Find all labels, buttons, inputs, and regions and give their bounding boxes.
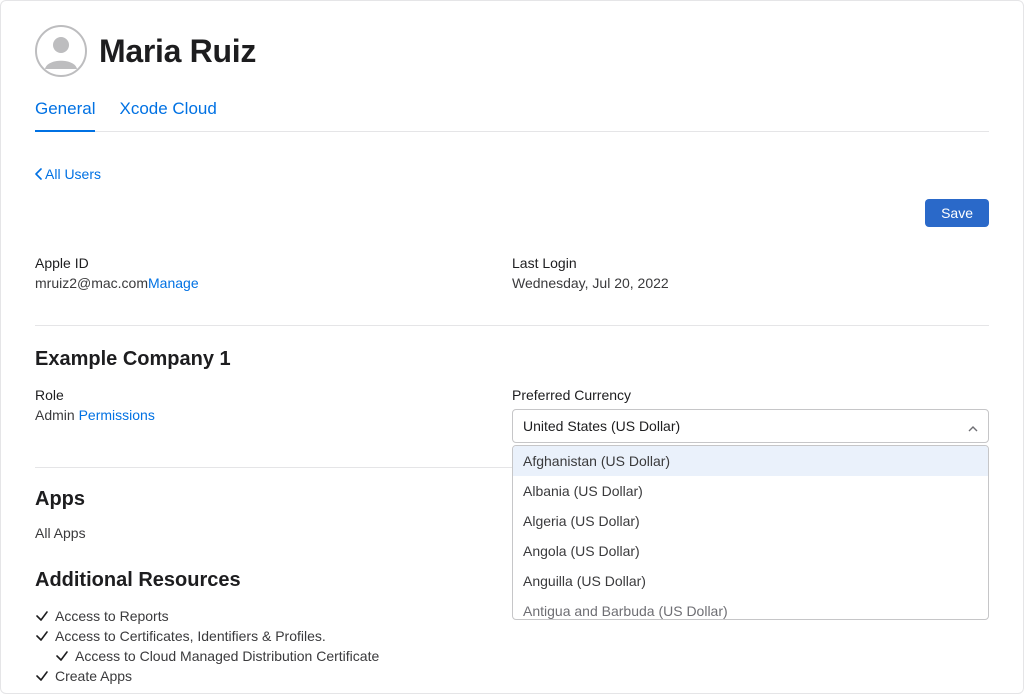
manage-link[interactable]: Manage: [148, 275, 199, 291]
role-value: Admin: [35, 407, 75, 423]
back-label: All Users: [45, 166, 101, 182]
back-all-users[interactable]: All Users: [35, 166, 101, 182]
currency-option[interactable]: Angola (US Dollar): [513, 536, 988, 566]
resource-item: Access to Certificates, Identifiers & Pr…: [35, 626, 989, 646]
permissions-link[interactable]: Permissions: [79, 407, 155, 423]
save-button[interactable]: Save: [925, 199, 989, 227]
check-icon: [55, 649, 69, 663]
resource-label: Access to Cloud Managed Distribution Cer…: [75, 648, 379, 664]
check-icon: [35, 669, 49, 683]
currency-selected-value: United States (US Dollar): [523, 418, 680, 434]
last-login-label: Last Login: [512, 255, 989, 271]
role-label: Role: [35, 387, 512, 403]
resource-item: Access to Cloud Managed Distribution Cer…: [35, 646, 989, 666]
apple-id-value: mruiz2@mac.com: [35, 275, 148, 291]
apple-id-label: Apple ID: [35, 255, 512, 271]
page-title: Maria Ruiz: [99, 33, 256, 70]
currency-option[interactable]: Albania (US Dollar): [513, 476, 988, 506]
chevron-left-icon: [35, 168, 42, 180]
resource-label: Access to Reports: [55, 608, 169, 624]
check-icon: [35, 609, 49, 623]
check-icon: [35, 629, 49, 643]
resource-label: Access to Certificates, Identifiers & Pr…: [55, 628, 326, 644]
avatar: [35, 25, 87, 77]
tab-general[interactable]: General: [35, 95, 95, 131]
resource-label: Create Apps: [55, 668, 132, 684]
resource-item: Create Apps: [35, 666, 989, 686]
currency-option[interactable]: Antigua and Barbuda (US Dollar): [513, 596, 988, 619]
caret-up-icon: [968, 421, 978, 431]
divider: [35, 325, 989, 326]
currency-dropdown: Afghanistan (US Dollar) Albania (US Doll…: [512, 445, 989, 620]
currency-option[interactable]: Anguilla (US Dollar): [513, 566, 988, 596]
currency-select[interactable]: United States (US Dollar): [512, 409, 989, 443]
currency-label: Preferred Currency: [512, 387, 989, 403]
tab-bar: General Xcode Cloud: [35, 95, 989, 132]
last-login-value: Wednesday, Jul 20, 2022: [512, 275, 989, 291]
tab-xcode-cloud[interactable]: Xcode Cloud: [119, 95, 216, 131]
currency-option[interactable]: Algeria (US Dollar): [513, 506, 988, 536]
company-title: Example Company 1: [35, 348, 989, 371]
currency-option[interactable]: Afghanistan (US Dollar): [513, 446, 988, 476]
